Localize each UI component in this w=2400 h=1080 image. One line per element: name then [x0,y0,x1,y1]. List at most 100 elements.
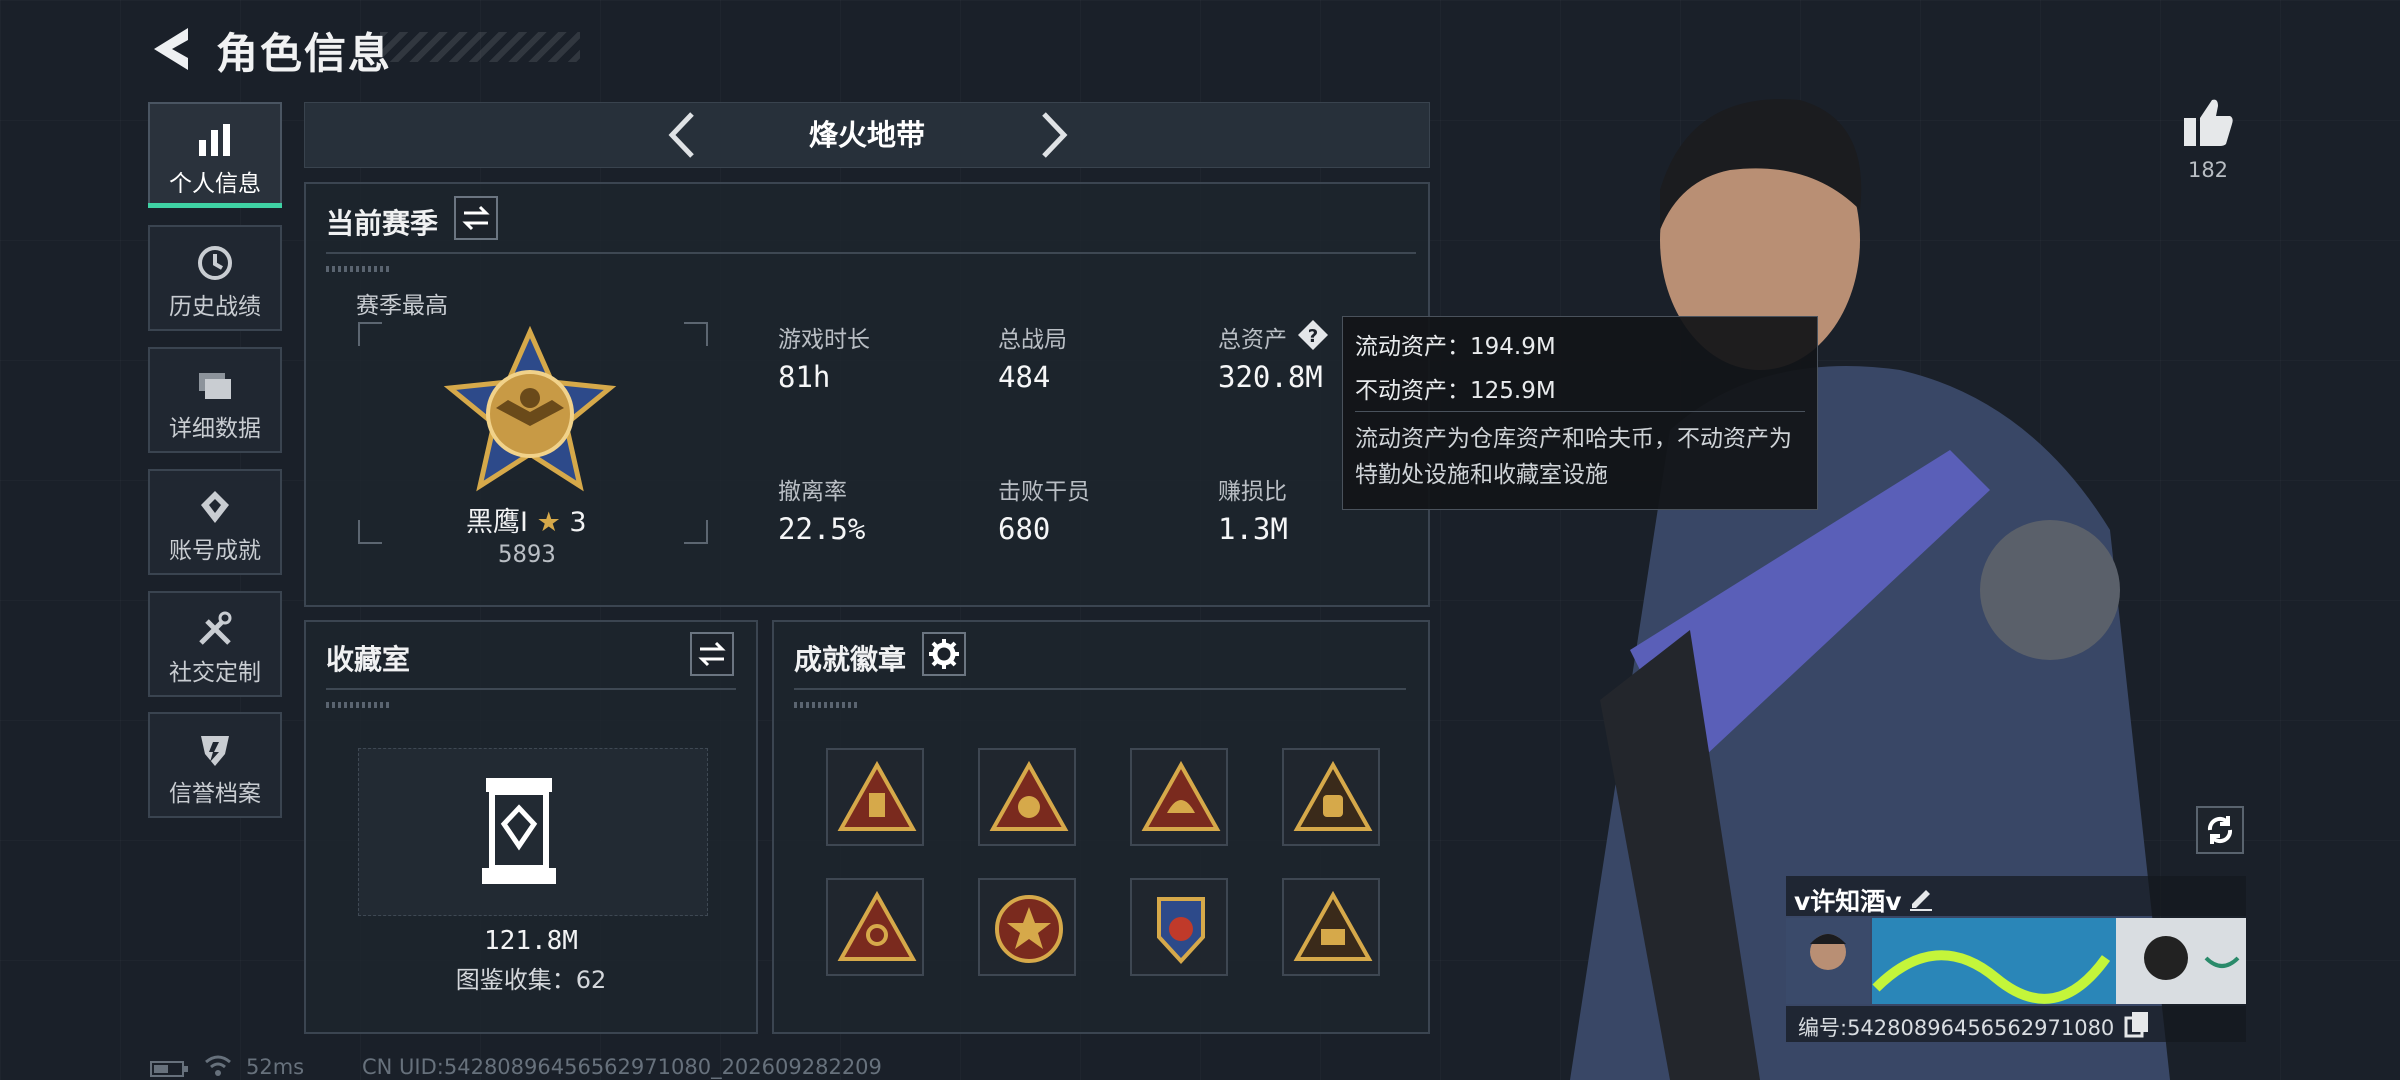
sidebar-item-credit[interactable]: 信誉档案 [148,712,282,818]
page-title: 角色信息 [216,29,393,78]
edit-pencil-icon[interactable] [1906,882,1936,912]
wifi-icon [205,1055,231,1076]
rank-score: 5893 [498,540,556,568]
tooltip-liquid-assets: 流动资产：194.9M [1355,334,1556,360]
badge-icon-1 [837,760,917,831]
stat-value: 1.3M [1218,512,1288,546]
swap-icon [462,205,490,231]
sidebar-item-history[interactable]: 历史战绩 [148,225,282,331]
season-title: 当前赛季 [326,207,439,240]
copy-icon[interactable] [2124,1010,2150,1038]
stat-label: 总战局 [998,327,1067,353]
player-banner[interactable] [1786,918,2246,1004]
tools-cross-icon [199,611,232,645]
badge-icon-8 [1293,890,1373,961]
season-switch-button[interactable] [454,196,498,240]
stat-value: 680 [998,512,1051,546]
achievement-badge[interactable] [826,878,924,976]
refresh-button[interactable] [2196,806,2244,854]
achievement-badge[interactable] [978,748,1076,846]
star-icon: ★ [536,507,561,538]
achievement-badge[interactable] [1130,748,1228,846]
badges-divider [794,688,1406,690]
svg-text:?: ? [1308,326,1318,347]
stat-value: 81h [778,360,831,394]
achievement-badge[interactable] [1282,878,1380,976]
sidebar-item-detail-data[interactable]: 详细数据 [148,347,282,453]
badges-settings-button[interactable] [922,632,966,676]
player-id: 编号:542808964565629710​80 [1798,1016,2115,1040]
mode-title: 烽火地带 [808,118,925,152]
gear-icon [929,639,959,669]
rank-stars: 3 [569,507,587,538]
refresh-icon [2207,816,2233,844]
battery-icon [150,1061,188,1077]
achievement-badge[interactable] [1130,878,1228,976]
achievement-diamond-icon [201,491,229,523]
badge-icon-2 [989,760,1069,831]
sidebar-item-label: 信誉档案 [169,781,261,807]
stat-label: 游戏时长 [778,327,870,353]
achievement-badge[interactable] [826,748,924,846]
tooltip-description: 流动资产为仓库资产和哈夫币，不动资产为特勤处设施和收藏室设施 [1355,426,1792,488]
frame-corner [684,322,708,346]
achievement-badge[interactable] [1282,748,1380,846]
swap-icon [698,641,726,667]
ping-text: 52ms [246,1055,305,1079]
rank-name: 黑鹰Ⅰ [466,507,528,538]
sidebar-item-label: 详细数据 [169,416,261,442]
sidebar-item-social[interactable]: 社交定制 [148,591,282,697]
badge-icon-6 [995,895,1063,963]
display-case-icon [482,778,556,884]
stat-label: 击败干员 [998,479,1090,505]
thumbs-up-icon[interactable] [2182,98,2234,148]
sidebar-item-label: 个人信息 [169,171,261,197]
stat-label: 总资产 [1218,327,1287,353]
collection-value: 121.8M [484,926,578,956]
back-arrow-icon[interactable] [148,24,194,74]
like-count: 182 [2187,158,2229,182]
sidebar-item-label: 账号成就 [169,538,261,564]
stat-value: 320.8M [1218,360,1323,394]
badge-icon-4 [1293,760,1373,831]
stat-value: 484 [998,360,1051,394]
collection-title: 收藏室 [326,643,411,676]
frame-corner [684,520,708,544]
frame-corner [358,322,382,346]
bar-chart-icon [199,124,230,156]
decorative-stripe [326,266,390,272]
tooltip-fixed-assets: 不动资产：125.9M [1355,378,1556,404]
stat-label: 赚损比 [1218,479,1287,505]
season-best-label: 赛季最高 [356,293,448,319]
stat-value: 22.5% [778,512,866,546]
badge-icon-5 [837,890,917,961]
folder-stack-icon [199,373,231,399]
help-icon[interactable]: ? [1296,318,1330,352]
badge-icon-7 [1157,897,1205,964]
achievement-badge[interactable] [978,878,1076,976]
collection-divider [326,688,736,690]
tooltip-divider [1355,411,1805,412]
frame-corner [358,520,382,544]
rank-name-row: 黑鹰Ⅰ ★ 3 [466,500,587,539]
collection-switch-button[interactable] [690,632,734,676]
decorative-stripe [794,702,858,708]
season-divider [326,252,1416,254]
sidebar-item-personal-info[interactable]: 个人信息 [148,102,282,208]
sidebar-item-label: 社交定制 [169,660,261,686]
player-name: v许知酒v [1794,887,1902,916]
badges-title: 成就徽章 [794,643,907,676]
uid-text: CN UID:542808964565629710​80_20260928220… [362,1055,882,1079]
badge-icon-3 [1141,760,1221,831]
chevron-right-icon[interactable] [1034,108,1074,162]
sidebar-item-label: 历史战绩 [169,294,261,320]
stat-label: 撤离率 [778,479,847,505]
asset-tooltip: 流动资产：194.9M 不动资产：125.9M 流动资产为仓库资产和哈夫币，不动… [1342,316,1818,510]
title-decoration [380,32,580,62]
sidebar-item-achievements[interactable]: 账号成就 [148,469,282,575]
decorative-stripe [326,702,390,708]
collection-count: 图鉴收集：62 [455,966,607,994]
credit-shield-icon [201,736,229,766]
rank-emblem-icon [443,326,617,492]
history-clock-icon [198,246,232,280]
